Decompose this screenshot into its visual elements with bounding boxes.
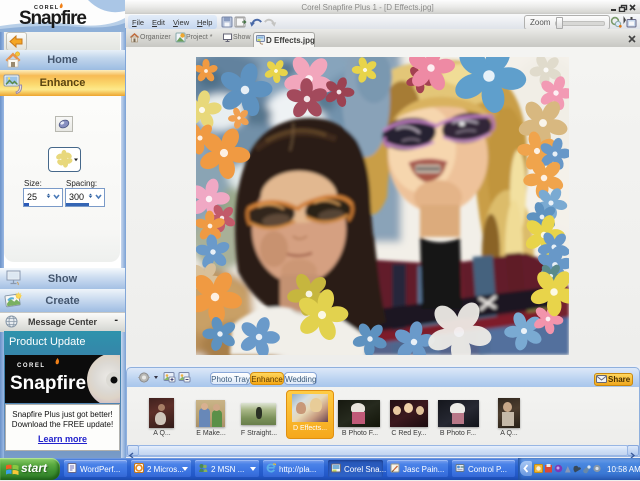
svg-text:Snapfire: Snapfire xyxy=(19,8,87,29)
svg-text:Snapfire: Snapfire xyxy=(10,373,86,394)
svg-text:COREL: COREL xyxy=(17,363,46,369)
